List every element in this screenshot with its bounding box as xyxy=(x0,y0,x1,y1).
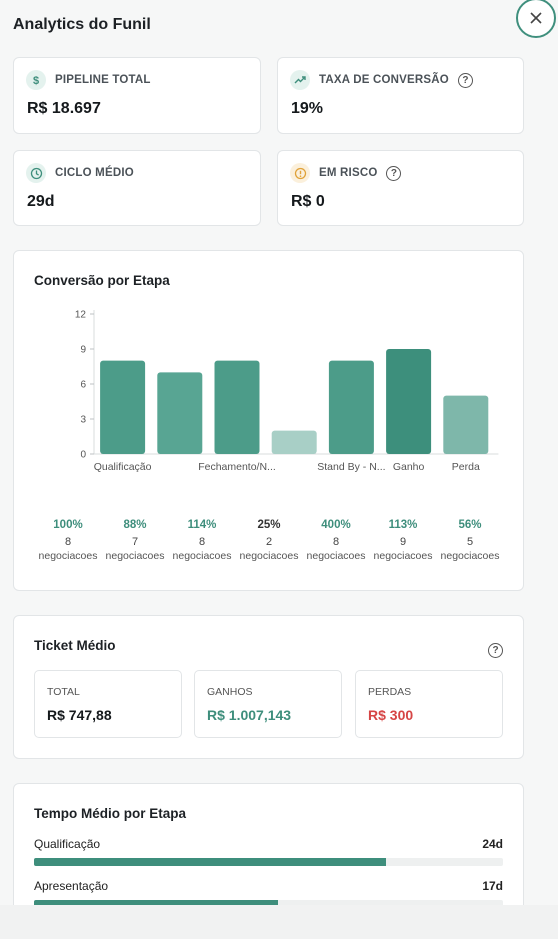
kpi-value: R$ 18.697 xyxy=(27,100,101,117)
ticket-title: Ticket Médio xyxy=(34,638,116,653)
ticket-won-box: GANHOS R$ 1.007,143 xyxy=(194,670,342,738)
ticket-card: Ticket Médio ? TOTAL R$ 747,88 GANHOS R$… xyxy=(13,615,524,759)
stage-time-title: Tempo Médio por Etapa xyxy=(34,806,187,821)
stage-time-card: Tempo Médio por Etapa Qualificação 24d A… xyxy=(13,783,524,905)
kpi-value: R$ 0 xyxy=(291,193,325,210)
stage-count: 5 xyxy=(466,536,474,548)
ticket-value: R$ 300 xyxy=(368,707,414,723)
chart-bar[interactable] xyxy=(100,360,146,454)
bottom-strip xyxy=(0,905,558,939)
x-tick-label: Fechamento/N... xyxy=(198,461,276,473)
kpi-value: 29d xyxy=(27,193,55,210)
dollar-icon: $ xyxy=(26,70,46,90)
stage-unit: negociacoes xyxy=(172,550,232,562)
kpi-card-average-cycle: CICLO MÉDIO 29d xyxy=(13,150,261,226)
help-icon[interactable]: ? xyxy=(488,643,503,658)
ticket-value: R$ 1.007,143 xyxy=(207,707,292,723)
stage-stat: 114% 8 negociacoes xyxy=(169,519,235,562)
stage-percent: 88% xyxy=(123,519,147,531)
stage-percent: 113% xyxy=(388,519,418,531)
stage-unit: negociacoes xyxy=(440,550,500,562)
stage-count: 9 xyxy=(399,536,407,548)
stage-stat: 113% 9 negociacoes xyxy=(370,519,436,562)
ticket-total-box: TOTAL R$ 747,88 xyxy=(34,670,182,738)
kpi-card-pipeline-total: $ PIPELINE TOTAL R$ 18.697 xyxy=(13,57,261,134)
stage-name: Qualificação xyxy=(34,837,101,851)
ticket-value: R$ 747,88 xyxy=(47,707,112,723)
kpi-card-conversion-rate: TAXA DE CONVERSÃO ? 19% xyxy=(277,57,524,134)
y-tick-label: 0 xyxy=(80,450,86,461)
y-tick-label: 9 xyxy=(80,345,86,356)
stage-time-track xyxy=(34,858,503,866)
stage-percent: 100% xyxy=(53,519,83,531)
x-tick-label: Perda xyxy=(452,461,480,473)
stage-days: 24d xyxy=(482,837,503,851)
stage-stat: 88% 7 negociacoes xyxy=(102,519,168,562)
ticket-label: TOTAL xyxy=(47,686,80,698)
stage-percent: 400% xyxy=(321,519,351,531)
stage-count: 8 xyxy=(198,536,206,548)
chart-bar[interactable] xyxy=(386,349,432,454)
stage-count: 8 xyxy=(64,536,72,548)
y-tick-label: 12 xyxy=(75,310,87,321)
stage-unit: negociacoes xyxy=(373,550,433,562)
y-tick-label: 3 xyxy=(80,415,86,426)
trend-up-icon xyxy=(290,70,310,90)
kpi-label: TAXA DE CONVERSÃO xyxy=(319,74,449,86)
chart-bar[interactable] xyxy=(328,360,374,454)
stage-name: Apresentação xyxy=(34,879,109,893)
conversion-card: Conversão por Etapa 0 3 6 9 12 Qualificação Fe… xyxy=(13,250,524,591)
clock-icon xyxy=(26,163,46,183)
ticket-label: GANHOS xyxy=(207,686,253,698)
stage-unit: negociacoes xyxy=(105,550,165,562)
help-icon[interactable]: ? xyxy=(457,72,473,88)
stage-percent: 56% xyxy=(458,519,482,531)
x-tick-label: Ganho xyxy=(393,461,425,473)
stage-unit: negociacoes xyxy=(306,550,366,562)
chart-bar[interactable] xyxy=(214,360,260,454)
kpi-label: CICLO MÉDIO xyxy=(55,167,134,179)
stage-count: 2 xyxy=(265,536,273,548)
close-icon xyxy=(530,12,542,24)
stage-percent: 114% xyxy=(187,519,217,531)
stage-count: 8 xyxy=(332,536,340,548)
stage-unit: negociacoes xyxy=(239,550,299,562)
y-tick-label: 6 xyxy=(80,380,86,391)
funnel-analytics-panel: Analytics do Funil $ PIPELINE TOTAL R$ 1… xyxy=(0,0,558,905)
stage-stat: 56% 5 negociacoes xyxy=(437,519,503,562)
chart-bar[interactable] xyxy=(271,430,317,454)
panel-title: Analytics do Funil xyxy=(13,16,151,33)
stage-time-fill xyxy=(34,858,386,866)
stage-stat: 100% 8 negociacoes xyxy=(35,519,101,562)
help-icon[interactable]: ? xyxy=(386,165,402,181)
stage-days: 17d xyxy=(482,879,503,893)
stage-count: 7 xyxy=(131,536,139,548)
chart-bar[interactable] xyxy=(157,372,203,454)
stage-stat: 400% 8 negociacoes xyxy=(303,519,369,562)
kpi-card-at-risk: EM RISCO ? R$ 0 xyxy=(277,150,524,226)
kpi-value: 19% xyxy=(291,100,324,117)
x-tick-label: Qualificação xyxy=(94,461,152,473)
ticket-lost-box: PERDAS R$ 300 xyxy=(355,670,503,738)
alert-icon xyxy=(290,163,310,183)
conversion-chart: 0 3 6 9 12 Qualificação Fechamento/N... Stand B… xyxy=(75,310,499,473)
stage-unit: negociacoes xyxy=(38,550,98,562)
kpi-label: EM RISCO xyxy=(319,167,378,179)
chart-bar[interactable] xyxy=(443,395,489,454)
stage-stat: 25% 2 negociacoes xyxy=(236,519,302,562)
x-tick-label: Stand By - N... xyxy=(317,461,385,473)
kpi-label: PIPELINE TOTAL xyxy=(55,74,151,86)
stage-percent: 25% xyxy=(257,519,281,531)
ticket-label: PERDAS xyxy=(368,686,412,698)
svg-text:$: $ xyxy=(33,75,39,86)
